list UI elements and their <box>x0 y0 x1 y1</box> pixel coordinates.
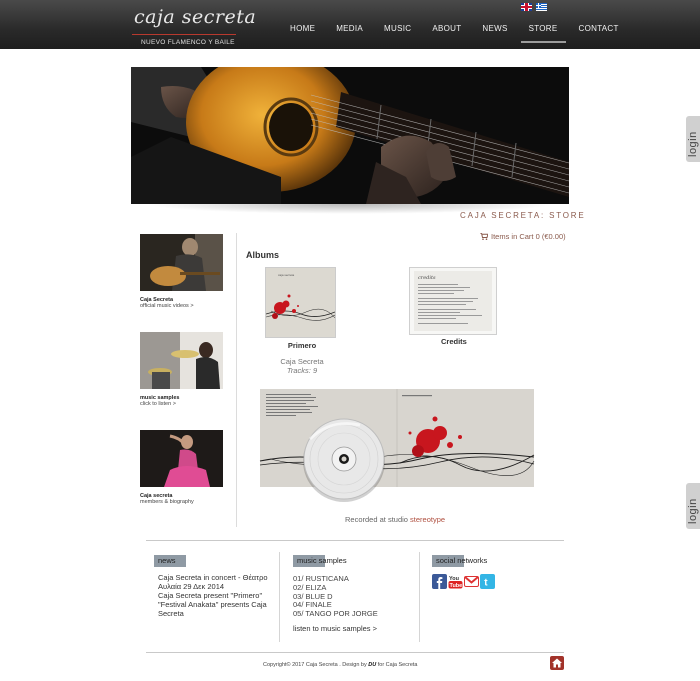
login-tab-label: login <box>687 498 699 524</box>
albums-heading: Albums <box>246 250 280 260</box>
guitarist-thumbnail <box>140 234 223 291</box>
house-glyph <box>552 658 562 668</box>
recorded-prefix: Recorded at studio <box>345 515 411 524</box>
facebook-icon[interactable] <box>432 574 447 589</box>
nav-about[interactable]: ABOUT <box>432 24 461 33</box>
main-nav: HOME MEDIA MUSIC ABOUT NEWS STORE CONTAC… <box>290 24 640 43</box>
sidebar-item-videos[interactable]: Caja Secreta official music videos > <box>140 234 230 309</box>
copyright-suffix: for Caja Secreta <box>376 662 418 668</box>
logo-script-text: caja secreta <box>134 6 257 28</box>
credits-thumbnail[interactable]: credits <box>409 267 497 335</box>
news-list: Caja Secreta in concert - Θέατρο Αυλαία … <box>158 573 278 618</box>
logo-underline <box>132 34 236 35</box>
footer-column-divider <box>279 552 280 642</box>
sidebar-item-samples[interactable]: music samples click to listen > <box>140 332 230 407</box>
shopping-cart-icon <box>480 233 488 240</box>
music-sample-list: 01/ RUSTICANA 02/ ELIZA 03/ BLUE D 04/ F… <box>293 574 378 619</box>
greek-cross-icon <box>536 3 541 8</box>
drummer-thumbnail <box>140 332 223 389</box>
sidebar-item-members[interactable]: Caja secreta members & biography <box>140 430 230 505</box>
uk-flag-icon[interactable] <box>521 3 532 11</box>
footer-top-divider <box>146 540 564 541</box>
credits-sheet-heading: credits <box>418 275 436 281</box>
cd-spread-art <box>259 389 535 502</box>
site-logo[interactable]: caja secreta NUEVO FLAMENCO Y BAILE <box>132 6 256 46</box>
cart-text: Items in Cart 0 (€0.00) <box>491 232 566 241</box>
nav-news[interactable]: NEWS <box>482 24 507 33</box>
music-sample-item[interactable]: 05/ TANGO POR JORGE <box>293 609 378 619</box>
social-icons: You Tube t <box>432 574 495 589</box>
footer-column-divider <box>419 552 420 642</box>
credits-sheet-image: credits <box>414 271 492 331</box>
news-item[interactable]: "Festival Anakata" presents Caja Secreta <box>158 600 278 618</box>
gmail-icon[interactable] <box>464 574 479 589</box>
dancer-thumbnail <box>140 430 223 487</box>
listen-samples-link[interactable]: listen to music samples > <box>293 624 377 633</box>
youtube-icon[interactable]: You Tube <box>448 574 463 589</box>
home-icon[interactable] <box>550 656 564 670</box>
nav-contact[interactable]: CONTACT <box>579 24 619 33</box>
credits-label[interactable]: Credits <box>441 337 467 346</box>
social-section-tag: social networks <box>432 555 487 567</box>
designer-logo[interactable]: DU <box>368 662 376 668</box>
footer-bottom-divider <box>146 652 564 653</box>
svg-text:Tube: Tube <box>450 583 463 589</box>
sidebar-item-link[interactable]: members & biography <box>140 499 230 505</box>
album-cover-primero[interactable]: caja secreta <box>266 268 335 337</box>
nav-store[interactable]: STORE <box>520 24 566 43</box>
nav-music[interactable]: MUSIC <box>384 24 411 33</box>
album-cover-art: caja secreta <box>266 268 335 337</box>
cart-summary[interactable]: Items in Cart 0 (€0.00) <box>480 232 566 241</box>
studio-link[interactable]: stereotype <box>410 515 445 524</box>
recorded-note: Recorded at studio stereotype <box>345 515 445 524</box>
album-title[interactable]: Primero <box>280 341 324 350</box>
sidebar-item-link[interactable]: click to listen > <box>140 401 230 407</box>
news-item[interactable]: Caja Secreta present "Primero" <box>158 591 278 600</box>
store-page-title: CAJA SECRETA: STORE <box>460 211 586 220</box>
album-artist: Caja Secreta <box>280 357 324 366</box>
cover-tiny-text: caja secreta <box>278 273 295 277</box>
login-tab-top[interactable]: login <box>686 116 700 162</box>
nav-media[interactable]: MEDIA <box>336 24 363 33</box>
login-tab-bottom[interactable]: login <box>686 483 700 529</box>
news-item[interactable]: Caja Secreta in concert - Θέατρο Αυλαία … <box>158 573 278 591</box>
login-tab-label: login <box>687 131 699 157</box>
logo-subtitle: NUEVO FLAMENCO Y BAILE <box>141 39 235 46</box>
guitar-illustration <box>131 67 569 204</box>
news-section-tag: news <box>154 555 186 567</box>
album-track-count: Tracks: 9 <box>286 366 318 375</box>
copyright-prefix: Copyright© 2017 Caja Secreta . Design by <box>263 662 369 668</box>
site-header: caja secreta NUEVO FLAMENCO Y BAILE HOME… <box>0 0 700 49</box>
sidebar-divider <box>236 233 237 527</box>
language-switcher <box>521 3 547 11</box>
music-section-tag: music samples <box>293 555 347 567</box>
cd-packaging-image[interactable] <box>259 389 535 502</box>
copyright-text: Copyright© 2017 Caja Secreta . Design by… <box>263 662 417 668</box>
guitar-banner-image <box>131 67 569 204</box>
nav-home[interactable]: HOME <box>290 24 315 33</box>
sidebar-item-link[interactable]: official music videos > <box>140 303 230 309</box>
twitter-icon[interactable]: t <box>480 574 495 589</box>
greek-flag-icon[interactable] <box>536 3 547 11</box>
